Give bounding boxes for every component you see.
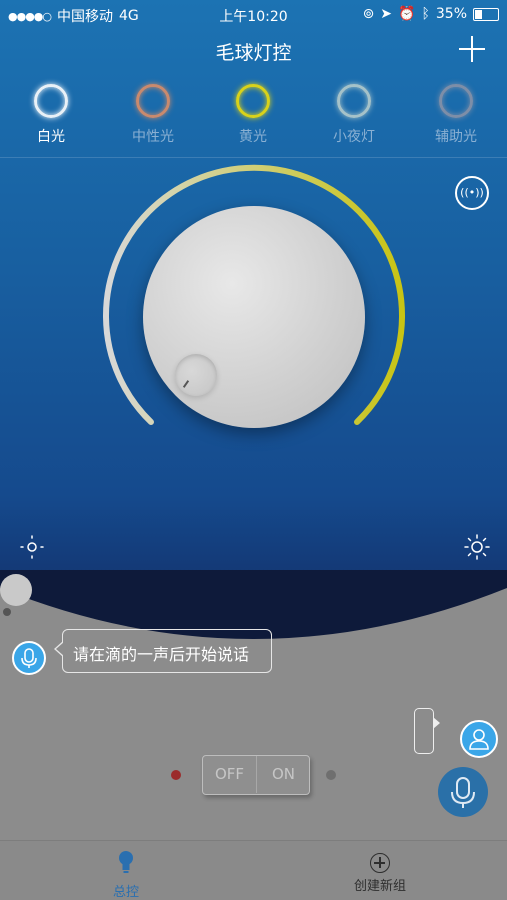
power-switch[interactable]: OFF ON — [202, 755, 310, 795]
off-indicator — [171, 770, 181, 780]
brightness-knob[interactable] — [143, 206, 365, 428]
voice-record-button[interactable] — [438, 767, 488, 817]
brightness-high-icon[interactable] — [464, 534, 490, 560]
brightness-low-icon[interactable] — [19, 534, 45, 560]
user-icon[interactable] — [460, 720, 498, 758]
app-screen: ●●●●○ 中国移动 4G 上午10:20 ⊚ ➤ ⏰ ᛒ 35% 毛球灯控 白… — [0, 0, 507, 900]
page-dot — [3, 608, 11, 616]
voice-prompt-bubble: 请在滴的一声后开始说话 — [54, 629, 272, 673]
voice-prompt-text: 请在滴的一声后开始说话 — [73, 645, 250, 664]
on-label: ON — [271, 765, 296, 783]
off-label: OFF — [203, 756, 257, 793]
nav-create-label: 创建新组 — [353, 879, 406, 894]
add-circle-icon — [370, 853, 390, 873]
voice-mic-icon[interactable] — [12, 641, 46, 675]
knob-indicator — [175, 354, 217, 396]
bottom-nav: 总控 创建新组 — [0, 840, 507, 900]
side-tab[interactable] — [414, 708, 440, 754]
on-indicator — [326, 770, 336, 780]
knob-tick — [182, 380, 190, 388]
nav-home-label: 总控 — [112, 885, 139, 900]
tab-master-control[interactable]: 总控 — [66, 849, 186, 900]
drawer-handle[interactable] — [0, 574, 32, 606]
bulb-icon — [119, 851, 133, 873]
tab-create-group[interactable]: 创建新组 — [320, 849, 440, 894]
